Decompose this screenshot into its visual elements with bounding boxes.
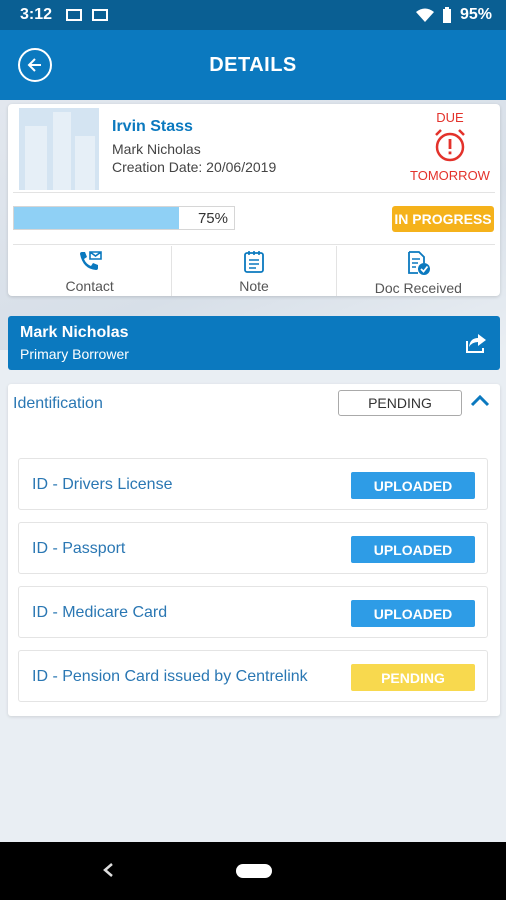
progress-fill (14, 207, 179, 229)
document-row[interactable]: ID - Pension Card issued by Centrelink P… (18, 650, 488, 702)
progress-percent: 75% (197, 210, 228, 227)
contact-label: Contact (65, 278, 114, 294)
document-label: ID - Pension Card issued by Centrelink (32, 668, 308, 685)
contact-phone-icon (79, 251, 102, 270)
chevron-up-icon[interactable] (470, 394, 490, 408)
borrower-name: Mark Nicholas (20, 324, 129, 341)
creation-date: Creation Date: 20/06/2019 (112, 159, 277, 175)
share-icon[interactable] (464, 332, 488, 354)
system-nav-bar (0, 842, 506, 900)
arrow-left-icon (27, 58, 41, 72)
due-when: TOMORROW (410, 168, 490, 183)
page-title: DETAILS (209, 53, 297, 76)
loan-summary-card: Irvin Stass Mark Nicholas Creation Date:… (8, 104, 500, 296)
document-label: ID - Drivers License (32, 476, 173, 493)
progress-bar: 75% (13, 206, 235, 230)
gmail-notification-icon (66, 9, 83, 21)
section-status-badge: PENDING (338, 390, 462, 416)
alarm-clock-icon (435, 129, 465, 162)
document-status-badge: UPLOADED (351, 600, 475, 627)
identification-panel: Identification PENDING ID - Drivers Lice… (8, 384, 500, 716)
contact-name: Mark Nicholas (112, 141, 201, 157)
app-bar: DETAILS (0, 30, 506, 100)
document-status-badge: UPLOADED (351, 536, 475, 563)
divider (13, 192, 495, 193)
doc-received-label: Doc Received (374, 280, 462, 296)
status-time: 3:12 (20, 6, 53, 23)
action-bar: Contact Note Doc Received (8, 246, 500, 296)
divider (13, 244, 495, 245)
document-status-badge: PENDING (351, 664, 475, 691)
gmail-notification-icon (92, 9, 109, 21)
doc-received-icon (408, 251, 431, 275)
document-label: ID - Passport (32, 540, 126, 557)
nav-back-icon[interactable] (102, 862, 114, 878)
note-icon (244, 251, 264, 273)
due-indicator: DUE TOMORROW (408, 110, 492, 183)
status-badge: IN PROGRESS (392, 206, 494, 232)
note-label: Note (239, 278, 269, 294)
document-row[interactable]: ID - Passport UPLOADED (18, 522, 488, 574)
document-label: ID - Medicare Card (32, 604, 168, 621)
status-bar: 3:12 95% (0, 0, 506, 30)
document-row[interactable]: ID - Medicare Card UPLOADED (18, 586, 488, 638)
due-label: DUE (436, 110, 464, 125)
wifi-icon (415, 8, 434, 22)
battery-icon (442, 7, 451, 23)
building-thumbnail (19, 108, 99, 190)
back-button[interactable] (18, 48, 52, 82)
nav-home-button[interactable] (236, 864, 272, 878)
borrower-role: Primary Borrower (20, 346, 129, 362)
applicant-name[interactable]: Irvin Stass (112, 118, 193, 136)
borrower-banner[interactable]: Mark Nicholas Primary Borrower (8, 316, 500, 370)
document-status-badge: UPLOADED (351, 472, 475, 499)
document-row[interactable]: ID - Drivers License UPLOADED (18, 458, 488, 510)
contact-button[interactable]: Contact (8, 246, 173, 296)
section-title[interactable]: Identification (13, 395, 103, 413)
note-button[interactable]: Note (172, 246, 337, 296)
battery-level: 95% (459, 6, 492, 23)
doc-received-button[interactable]: Doc Received (337, 246, 500, 296)
